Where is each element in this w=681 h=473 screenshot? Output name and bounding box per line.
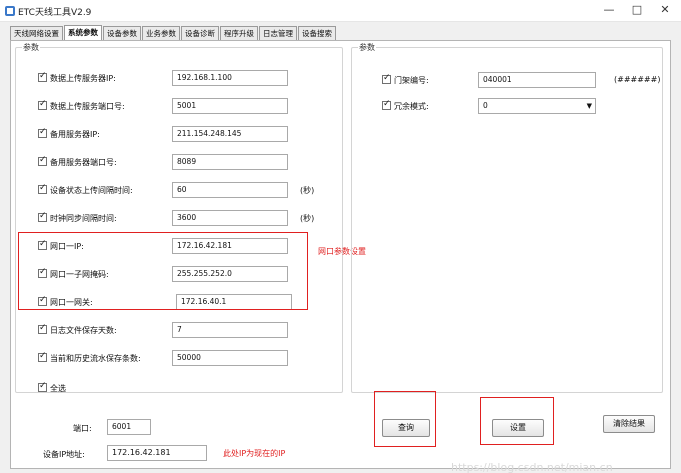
tab-system-params[interactable]: 系统参数: [64, 25, 102, 40]
field-redundant-mode: 冗余模式: 0 ▼: [382, 98, 662, 114]
log-retention-days-input[interactable]: 7: [172, 322, 288, 338]
maximize-button[interactable]: □: [623, 0, 651, 20]
field-log-retention-days: 日志文件保存天数: 7: [38, 322, 338, 338]
upload-server-ip-checkbox[interactable]: [38, 71, 47, 82]
backup-server-port-input[interactable]: 8089: [172, 154, 288, 170]
right-params-group: 参数 门架编号: 040001 (######) 冗余模式: 0 ▼: [351, 42, 663, 393]
status-upload-interval-label: 设备状态上传间隔时间:: [50, 186, 133, 195]
tab-business-params[interactable]: 业务参数: [142, 26, 180, 40]
upload-server-ip-label: 数据上传服务器IP:: [50, 74, 116, 83]
system-params-panel: 参数 数据上传服务器IP: 192.168.1.100 数据上传服务端口号: 5…: [10, 40, 671, 473]
field-upload-server-ip: 数据上传服务器IP: 192.168.1.100: [38, 70, 338, 86]
log-retention-days-label: 日志文件保存天数:: [50, 326, 117, 335]
clock-sync-interval-unit: (秒): [300, 214, 315, 223]
title-bar: ETC天线工具V2.9 — □ ✕: [0, 0, 681, 22]
device-ip-input[interactable]: 172.16.42.181: [107, 445, 207, 461]
app-icon: [5, 6, 15, 16]
device-ip-label: 设备IP地址:: [43, 450, 85, 459]
set-button[interactable]: 设置: [492, 419, 544, 437]
gantry-id-checkbox[interactable]: [382, 73, 391, 84]
field-status-upload-interval: 设备状态上传间隔时间: 60 (秒): [38, 182, 338, 198]
backup-server-ip-checkbox[interactable]: [38, 127, 47, 138]
field-clock-sync-interval: 时钟同步间隔时间: 3600 (秒): [38, 210, 338, 226]
redundant-mode-label: 冗余模式:: [394, 102, 429, 111]
port-input[interactable]: 6001: [107, 419, 151, 435]
tab-antenna-network[interactable]: 天线网络设置: [10, 26, 63, 40]
field-upload-server-port: 数据上传服务端口号: 5001: [38, 98, 338, 114]
log-retention-days-checkbox[interactable]: [38, 323, 47, 334]
redundant-mode-select[interactable]: 0 ▼: [478, 98, 596, 114]
field-gantry-id: 门架编号: 040001 (######): [382, 72, 662, 88]
field-backup-server-port: 备用服务器端口号: 8089: [38, 154, 338, 170]
tab-device-params[interactable]: 设备参数: [103, 26, 141, 40]
select-all-checkbox[interactable]: [38, 381, 47, 392]
device-ip-note: 此处IP为现在的IP: [223, 449, 286, 458]
status-upload-interval-checkbox[interactable]: [38, 183, 47, 194]
clock-sync-interval-input[interactable]: 3600: [172, 210, 288, 226]
select-all-label: 全选: [50, 384, 66, 393]
history-record-count-label: 当前和历史流水保存条数:: [50, 354, 141, 363]
tab-program-upgrade[interactable]: 程序升级: [220, 26, 258, 40]
window-title: ETC天线工具V2.9: [18, 8, 92, 18]
redundant-mode-checkbox[interactable]: [382, 99, 391, 110]
upload-server-port-checkbox[interactable]: [38, 99, 47, 110]
upload-server-ip-input[interactable]: 192.168.1.100: [172, 70, 288, 86]
left-params-group: 参数 数据上传服务器IP: 192.168.1.100 数据上传服务端口号: 5…: [15, 42, 343, 396]
tab-bar: 天线网络设置 系统参数 设备参数 业务参数 设备诊断 程序升级 日志管理 设备搜…: [10, 25, 337, 40]
clock-sync-interval-label: 时钟同步间隔时间:: [50, 214, 117, 223]
upload-server-port-input[interactable]: 5001: [172, 98, 288, 114]
clear-results-button[interactable]: 清除结果: [603, 415, 655, 433]
history-record-count-checkbox[interactable]: [38, 351, 47, 362]
tab-log-management[interactable]: 日志管理: [259, 26, 297, 40]
left-group-title: 参数: [22, 42, 40, 53]
query-button[interactable]: 查询: [382, 419, 430, 437]
tab-device-search[interactable]: 设备搜索: [298, 26, 336, 40]
backup-server-port-checkbox[interactable]: [38, 155, 47, 166]
field-backup-server-ip: 备用服务器IP: 211.154.248.145: [38, 126, 338, 142]
watermark-text: https://blog.csdn.net/mian.cn: [451, 461, 613, 473]
dropdown-arrow-icon: ▼: [586, 102, 592, 110]
tab-device-diagnosis[interactable]: 设备诊断: [181, 26, 219, 40]
clock-sync-interval-checkbox[interactable]: [38, 211, 47, 222]
backup-server-ip-label: 备用服务器IP:: [50, 130, 100, 139]
minimize-button[interactable]: —: [595, 0, 623, 20]
gantry-id-input[interactable]: 040001: [478, 72, 596, 88]
backup-server-port-label: 备用服务器端口号:: [50, 158, 117, 167]
redundant-mode-value: 0: [483, 101, 488, 110]
history-record-count-input[interactable]: 50000: [172, 350, 288, 366]
port-label: 端口:: [73, 424, 92, 433]
gantry-id-format-hint: (######): [614, 75, 661, 84]
close-button[interactable]: ✕: [651, 0, 679, 20]
status-upload-interval-input[interactable]: 60: [172, 182, 288, 198]
field-history-record-count: 当前和历史流水保存条数: 50000: [38, 350, 338, 366]
upload-server-port-label: 数据上传服务端口号:: [50, 102, 125, 111]
status-upload-interval-unit: (秒): [300, 186, 315, 195]
gantry-id-label: 门架编号:: [394, 76, 429, 85]
right-group-title: 参数: [358, 42, 376, 53]
backup-server-ip-input[interactable]: 211.154.248.145: [172, 126, 288, 142]
network-params-highlight: [18, 232, 308, 310]
select-all-row: 全选: [38, 380, 158, 396]
